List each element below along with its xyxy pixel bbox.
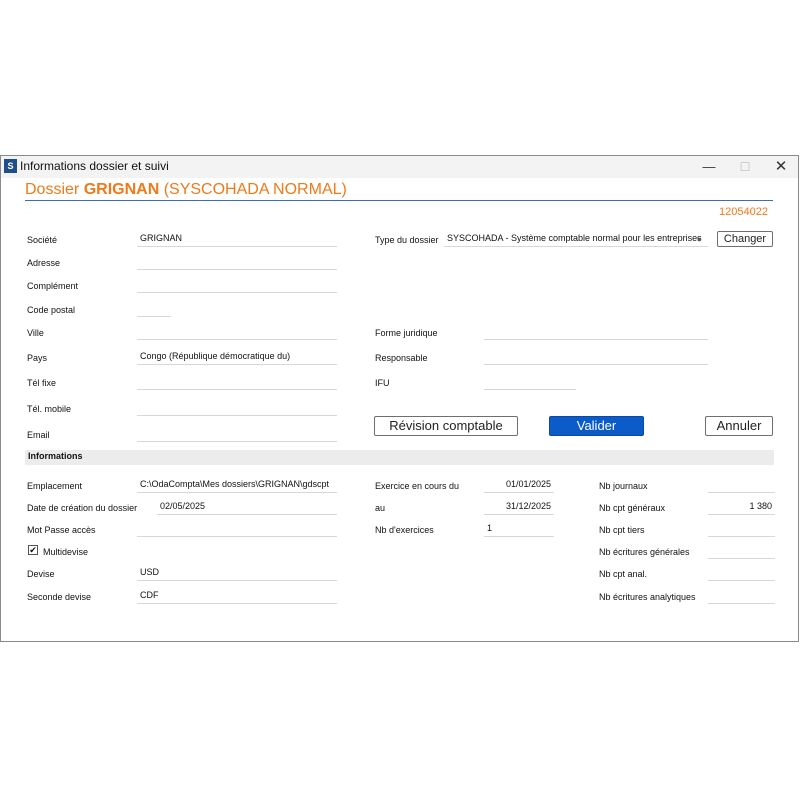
maximize-icon[interactable]: ☐ [727,157,763,177]
devise-label: Devise [27,569,55,579]
nb-ecritures-generales-field [708,544,775,559]
nb-journaux-field [708,478,775,493]
dossier-info-window: S Informations dossier et suivi — ☐ ✕ Do… [0,155,799,642]
ville-label: Ville [27,328,44,338]
responsable-field[interactable] [484,350,708,365]
forme-juridique-label: Forme juridique [375,328,438,338]
tel-mobile-label: Tél. mobile [27,404,72,414]
pays-label: Pays [27,353,48,363]
adresse-label: Adresse [27,258,61,268]
email-field[interactable] [137,427,337,442]
complement-label: Complément [27,281,79,291]
code-postal-field[interactable] [137,302,171,317]
mot-passe-field[interactable] [137,522,337,537]
minimize-icon[interactable]: — [691,157,727,177]
title-suffix: (SYSCOHADA NORMAL) [159,181,347,198]
responsable-label: Responsable [375,353,428,363]
type-dossier-label: Type du dossier [375,235,439,245]
nb-cpt-anal-label: Nb cpt anal. [599,569,648,579]
seconde-devise-label: Seconde devise [27,592,92,602]
revision-comptable-button[interactable]: Révision comptable [374,416,518,436]
nb-exercices-label: Nb d'exercices [375,525,434,535]
tel-fixe-label: Tél fixe [27,378,57,388]
devise-field[interactable]: USD [137,566,337,581]
emplacement-field[interactable]: C:\OdaCompta\Mes dossiers\GRIGNAN\gdscpt [137,478,337,493]
nb-exercices-field: 1 [484,522,554,537]
title-prefix: Dossier [25,181,84,198]
date-creation-field[interactable]: 02/05/2025 [157,500,337,515]
exercice-du-field[interactable]: 01/01/2025 [484,478,554,493]
adresse-field[interactable] [137,255,337,270]
chevron-down-icon[interactable]: ▾ [697,235,701,244]
heading-divider [25,200,773,201]
societe-field[interactable]: GRIGNAN [137,232,337,247]
exercice-au-label: au [375,503,386,513]
nb-ecritures-analytiques-label: Nb écritures analytiques [599,592,696,602]
complement-field[interactable] [137,278,337,293]
nb-ecritures-generales-label: Nb écritures générales [599,547,690,557]
nb-cpt-tiers-field [708,522,775,537]
ifu-label: IFU [375,378,390,388]
mot-passe-label: Mot Passe accès [27,525,96,535]
nb-cpt-anal-field [708,566,775,581]
ville-field[interactable] [137,325,337,340]
window-title: Informations dossier et suivi [20,159,169,173]
page-title: Dossier GRIGNAN (SYSCOHADA NORMAL) [25,181,347,199]
emplacement-label: Emplacement [27,481,83,491]
nb-ecritures-analytiques-field [708,589,775,604]
app-icon: S [4,159,17,173]
tel-mobile-field[interactable] [137,401,337,416]
ifu-field[interactable] [484,375,576,390]
type-dossier-select[interactable]: SYSCOHADA - Système comptable normal pou… [444,232,708,247]
nb-cpt-generaux-label: Nb cpt généraux [599,503,666,513]
societe-label: Société [27,235,58,245]
changer-button[interactable]: Changer [717,231,773,247]
title-bar[interactable]: S Informations dossier et suivi — ☐ ✕ [1,156,798,178]
code-postal-label: Code postal [27,305,76,315]
nb-journaux-label: Nb journaux [599,481,648,491]
exercice-du-label: Exercice en cours du [375,481,460,491]
informations-section-header: Informations [25,450,774,465]
exercice-au-field[interactable]: 31/12/2025 [484,500,554,515]
informations-section-title: Informations [28,451,83,461]
email-label: Email [27,430,50,440]
dossier-name: GRIGNAN [83,181,160,198]
pays-field[interactable]: Congo (République démocratique du) [137,350,337,365]
forme-juridique-field[interactable] [484,325,708,340]
date-creation-label: Date de création du dossier [27,503,138,513]
dossier-code: 12054022 [719,206,768,218]
nb-cpt-tiers-label: Nb cpt tiers [599,525,645,535]
valider-button[interactable]: Valider [549,416,644,436]
annuler-button[interactable]: Annuler [705,416,773,436]
tel-fixe-field[interactable] [137,375,337,390]
close-icon[interactable]: ✕ [763,157,799,177]
seconde-devise-field[interactable]: CDF [137,589,337,604]
multidevise-label: Multidevise [43,547,89,557]
multidevise-checkbox[interactable]: ✔ [28,545,38,555]
nb-cpt-generaux-field: 1 380 [708,500,775,515]
